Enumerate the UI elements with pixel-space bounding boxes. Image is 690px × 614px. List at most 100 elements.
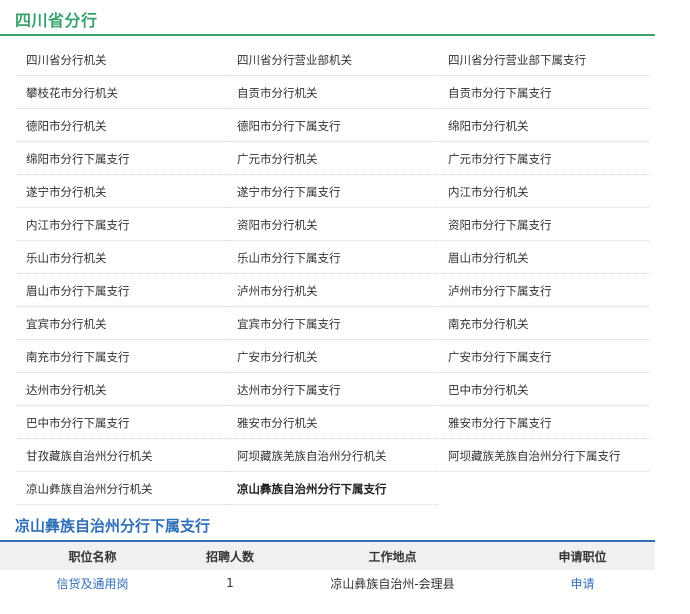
column-header-location: 工作地点 xyxy=(275,542,510,570)
branch-link[interactable]: 资阳市分行下属支行 xyxy=(448,217,552,233)
branch-link[interactable]: 凉山彝族自治州分行机关 xyxy=(26,481,153,497)
branch-link[interactable]: 南充市分行机关 xyxy=(448,316,529,332)
branch-link[interactable]: 内江市分行机关 xyxy=(448,184,529,200)
position-cell: 信贷及通用岗 xyxy=(0,570,185,596)
table-header-row: 职位名称 招聘人数 工作地点 申请职位 xyxy=(0,542,655,570)
branch-cell: 宜宾市分行机关 xyxy=(16,307,227,340)
branch-link[interactable]: 遂宁市分行机关 xyxy=(26,184,107,200)
branch-row: 眉山市分行下属支行 泸州市分行机关 泸州市分行下属支行 xyxy=(16,274,650,307)
branch-link[interactable]: 宜宾市分行机关 xyxy=(26,316,107,332)
branch-link[interactable]: 甘孜藏族自治州分行机关 xyxy=(26,448,153,464)
branch-cell: 阿坝藏族羌族自治州分行机关 xyxy=(227,439,438,472)
branch-link[interactable]: 自贡市分行机关 xyxy=(237,85,318,101)
branch-cell: 自贡市分行下属支行 xyxy=(438,76,649,109)
branch-link[interactable]: 广安市分行机关 xyxy=(237,349,318,365)
branch-cell: 绵阳市分行机关 xyxy=(438,109,649,142)
branch-link[interactable]: 眉山市分行下属支行 xyxy=(26,283,130,299)
branch-link[interactable]: 达州市分行下属支行 xyxy=(237,382,341,398)
branch-cell: 乐山市分行机关 xyxy=(16,241,227,274)
branch-link[interactable]: 广元市分行机关 xyxy=(237,151,318,167)
branch-cell: 德阳市分行机关 xyxy=(16,109,227,142)
branch-cell: 四川省分行营业部机关 xyxy=(227,43,438,76)
section-title: 四川省分行 xyxy=(15,11,98,30)
branch-link[interactable]: 南充市分行下属支行 xyxy=(26,349,130,365)
branch-link[interactable]: 宜宾市分行下属支行 xyxy=(237,316,341,332)
branch-link[interactable]: 资阳市分行机关 xyxy=(237,217,318,233)
branch-link[interactable]: 阿坝藏族羌族自治州分行机关 xyxy=(237,448,387,464)
branch-cell: 泸州市分行机关 xyxy=(227,274,438,307)
branch-link[interactable]: 雅安市分行机关 xyxy=(237,415,318,431)
branch-link[interactable]: 乐山市分行机关 xyxy=(26,250,107,266)
branch-cell: 德阳市分行下属支行 xyxy=(227,109,438,142)
branch-cell: 巴中市分行下属支行 xyxy=(16,406,227,439)
apply-link[interactable]: 申请 xyxy=(570,577,594,591)
branch-cell: 攀枝花市分行机关 xyxy=(16,76,227,109)
branch-cell: 雅安市分行机关 xyxy=(227,406,438,439)
branch-link[interactable]: 阿坝藏族羌族自治州分行下属支行 xyxy=(448,448,621,464)
branch-link[interactable]: 凉山彝族自治州分行下属支行 xyxy=(237,481,387,497)
branch-cell: 遂宁市分行机关 xyxy=(16,175,227,208)
branch-link[interactable]: 自贡市分行下属支行 xyxy=(448,85,552,101)
branch-cell: 雅安市分行下属支行 xyxy=(438,406,649,439)
branch-link[interactable]: 四川省分行营业部下属支行 xyxy=(448,52,586,68)
page: 四川省分行 四川省分行机关 四川省分行营业部机关 四川省分行营业部下属支行攀枝花市分… xyxy=(0,0,690,614)
branch-cell: 资阳市分行机关 xyxy=(227,208,438,241)
branch-link[interactable]: 广元市分行下属支行 xyxy=(448,151,552,167)
branch-cell: 广元市分行下属支行 xyxy=(438,142,649,175)
section-header: 四川省分行 xyxy=(0,0,655,36)
branch-link[interactable]: 雅安市分行下属支行 xyxy=(448,415,552,431)
branch-link[interactable]: 四川省分行营业部机关 xyxy=(237,52,352,68)
branch-cell: 阿坝藏族羌族自治州分行下属支行 xyxy=(438,439,649,472)
branch-cell: 资阳市分行下属支行 xyxy=(438,208,649,241)
branch-link[interactable]: 泸州市分行下属支行 xyxy=(448,283,552,299)
branch-row: 乐山市分行机关 乐山市分行下属支行 眉山市分行机关 xyxy=(16,241,650,274)
branch-link[interactable]: 德阳市分行机关 xyxy=(26,118,107,134)
position-link[interactable]: 信贷及通用岗 xyxy=(56,577,128,591)
branch-row: 达州市分行机关 达州市分行下属支行 巴中市分行机关 xyxy=(16,373,650,406)
branch-cell: 自贡市分行机关 xyxy=(227,76,438,109)
branch-cell: 内江市分行下属支行 xyxy=(16,208,227,241)
branch-cell: 广安市分行机关 xyxy=(227,340,438,373)
branch-link[interactable]: 广安市分行下属支行 xyxy=(448,349,552,365)
branch-row: 遂宁市分行机关 遂宁市分行下属支行 内江市分行机关 xyxy=(16,175,650,208)
branch-link[interactable]: 巴中市分行机关 xyxy=(448,382,529,398)
branch-link[interactable]: 泸州市分行机关 xyxy=(237,283,318,299)
branch-link[interactable]: 绵阳市分行下属支行 xyxy=(26,151,130,167)
branch-cell: 甘孜藏族自治州分行机关 xyxy=(16,439,227,472)
branch-link[interactable]: 攀枝花市分行机关 xyxy=(26,85,118,101)
branch-cell: 眉山市分行机关 xyxy=(438,241,649,274)
branch-row: 攀枝花市分行机关 自贡市分行机关 自贡市分行下属支行 xyxy=(16,76,650,109)
branch-cell: 遂宁市分行下属支行 xyxy=(227,175,438,208)
branch-cell: 广安市分行下属支行 xyxy=(438,340,649,373)
branch-row: 凉山彝族自治州分行机关 凉山彝族自治州分行下属支行 xyxy=(16,472,650,505)
branch-grid: 四川省分行机关 四川省分行营业部机关 四川省分行营业部下属支行攀枝花市分行机关 自贡市… xyxy=(16,43,650,505)
branch-cell: 凉山彝族自治州分行机关 xyxy=(16,472,227,505)
branch-row: 四川省分行机关 四川省分行营业部机关 四川省分行营业部下属支行 xyxy=(16,43,650,76)
branch-link[interactable]: 德阳市分行下属支行 xyxy=(237,118,341,134)
table-row: 信贷及通用岗 1 凉山彝族自治州-会理县 申请 xyxy=(0,570,655,596)
branch-link[interactable]: 乐山市分行下属支行 xyxy=(237,250,341,266)
branch-cell: 泸州市分行下属支行 xyxy=(438,274,649,307)
branch-cell: 宜宾市分行下属支行 xyxy=(227,307,438,340)
count-cell: 1 xyxy=(226,576,234,590)
branch-cell: 凉山彝族自治州分行下属支行 xyxy=(227,472,438,505)
branch-link[interactable]: 眉山市分行机关 xyxy=(448,250,529,266)
column-header-apply: 申请职位 xyxy=(510,542,655,570)
branch-link[interactable]: 绵阳市分行机关 xyxy=(448,118,529,134)
column-header-count: 招聘人数 xyxy=(185,542,275,570)
branch-cell: 南充市分行机关 xyxy=(438,307,649,340)
job-table: 职位名称 招聘人数 工作地点 申请职位 信贷及通用岗 1 凉山彝族自治州-会理县… xyxy=(0,542,655,596)
branch-cell: 内江市分行机关 xyxy=(438,175,649,208)
branch-row: 绵阳市分行下属支行 广元市分行机关 广元市分行下属支行 xyxy=(16,142,650,175)
branch-cell: 绵阳市分行下属支行 xyxy=(16,142,227,175)
branch-cell: 达州市分行下属支行 xyxy=(227,373,438,406)
branch-link[interactable]: 巴中市分行下属支行 xyxy=(26,415,130,431)
branch-cell xyxy=(438,472,649,504)
branch-link[interactable]: 四川省分行机关 xyxy=(26,52,107,68)
branch-cell: 南充市分行下属支行 xyxy=(16,340,227,373)
branch-link[interactable]: 内江市分行下属支行 xyxy=(26,217,130,233)
branch-link[interactable]: 遂宁市分行下属支行 xyxy=(237,184,341,200)
branch-row: 内江市分行下属支行 资阳市分行机关 资阳市分行下属支行 xyxy=(16,208,650,241)
branch-link[interactable]: 达州市分行机关 xyxy=(26,382,107,398)
branch-row: 德阳市分行机关 德阳市分行下属支行 绵阳市分行机关 xyxy=(16,109,650,142)
